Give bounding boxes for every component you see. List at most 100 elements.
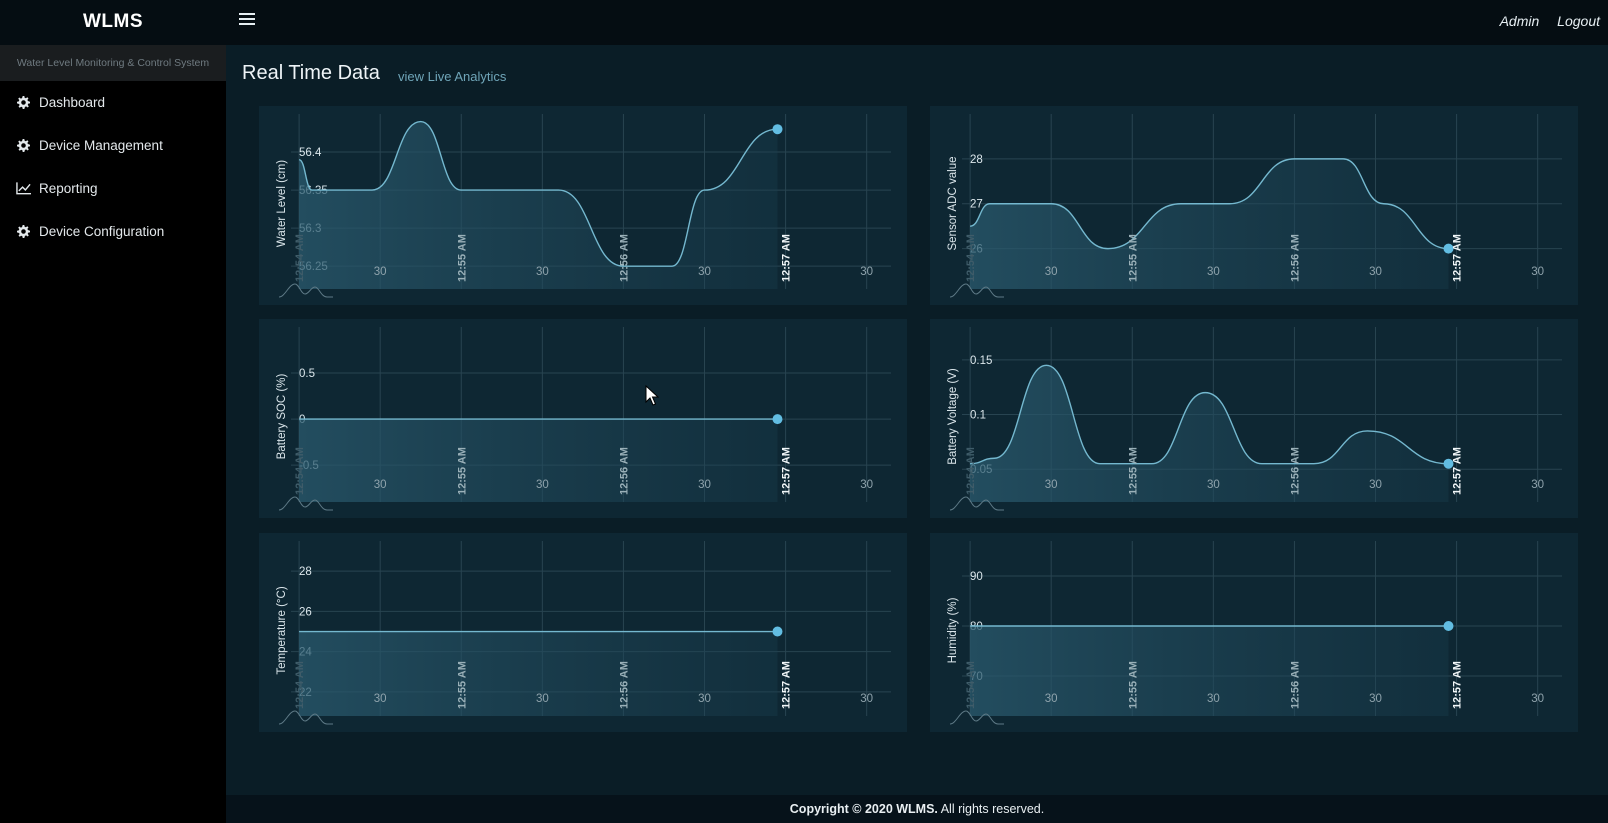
x-tick-label: 30 — [536, 266, 549, 278]
y-axis-label: Humidity (%) — [947, 597, 959, 663]
x-tick-label: 30 — [1207, 266, 1220, 278]
x-tick-label: 12:55 AM — [1127, 234, 1139, 282]
sensor-adc-chart[interactable]: 262728Sensor ADC value12:54 AM3012:55 AM… — [930, 106, 1578, 305]
humidity-chart[interactable]: 708090Humidity (%)12:54 AM3012:55 AM3012… — [930, 533, 1578, 732]
x-tick-label: 30 — [1045, 479, 1058, 491]
latest-point[interactable] — [772, 626, 783, 637]
x-tick-label: 30 — [1045, 693, 1058, 705]
gear-icon — [16, 138, 31, 153]
chart-canvas[interactable]: 56.2556.356.3556.4Water Level (cm)12:54 … — [259, 106, 907, 305]
x-tick-label: 30 — [374, 693, 387, 705]
sidebar-item-label: Device Management — [39, 138, 163, 153]
x-tick-label: 30 — [1045, 266, 1058, 278]
sidebar-item-label: Dashboard — [39, 95, 106, 110]
chart-canvas[interactable]: 22242628Temperature (°C)12:54 AM3012:55 … — [259, 533, 907, 732]
y-tick-label: 0.5 — [299, 368, 315, 380]
y-tick-label: 56.4 — [299, 147, 322, 159]
x-tick-label: 30 — [698, 479, 711, 491]
x-tick-label: 30 — [1531, 479, 1544, 491]
battery-soc-chart[interactable]: -0.500.5Battery SOC (%)12:54 AM3012:55 A… — [259, 319, 907, 518]
rights-text: All rights reserved. — [940, 802, 1045, 816]
x-tick-label: 12:55 AM — [1127, 661, 1139, 709]
app-subtitle: Water Level Monitoring & Control System — [0, 45, 226, 81]
view-live-analytics-link[interactable]: view Live Analytics — [398, 69, 506, 84]
x-tick-label: 12:54 AM — [294, 661, 306, 709]
x-tick-label: 12:57 AM — [1452, 661, 1464, 709]
x-tick-label: 30 — [1369, 479, 1382, 491]
latest-point[interactable] — [772, 414, 783, 425]
series-area — [299, 121, 778, 289]
sidebar-item-reporting[interactable]: Reporting — [0, 167, 226, 210]
gear-icon — [16, 224, 31, 239]
gear-icon — [16, 95, 31, 110]
sidebar-item-dashboard[interactable]: Dashboard — [0, 81, 226, 124]
sidebar-item-label: Reporting — [39, 181, 98, 196]
x-tick-label: 30 — [698, 693, 711, 705]
sidebar-item-device-configuration[interactable]: Device Configuration — [0, 210, 226, 253]
copyright-text: Copyright © 2020 WLMS. — [789, 802, 938, 816]
brand-logo[interactable]: WLMS — [0, 0, 226, 45]
y-tick-label: 27 — [970, 199, 983, 211]
page-title: Real Time Data — [242, 62, 380, 84]
y-axis-label: Battery SOC (%) — [276, 374, 288, 460]
y-tick-label: 26 — [299, 606, 312, 618]
sidebar-item-label: Device Configuration — [39, 224, 165, 239]
x-tick-label: 12:57 AM — [781, 447, 793, 495]
x-tick-label: 30 — [1207, 479, 1220, 491]
sidebar: Water Level Monitoring & Control System … — [0, 45, 226, 823]
x-tick-label: 30 — [1531, 266, 1544, 278]
x-tick-label: 12:56 AM — [618, 661, 630, 709]
x-tick-label: 12:56 AM — [1289, 447, 1301, 495]
y-tick-label: 90 — [970, 571, 983, 583]
x-tick-label: 12:56 AM — [618, 447, 630, 495]
latest-point[interactable] — [772, 124, 783, 135]
x-tick-label: 30 — [860, 479, 873, 491]
x-tick-label: 12:56 AM — [618, 234, 630, 282]
x-tick-label: 12:56 AM — [1289, 234, 1301, 282]
y-axis-label: Sensor ADC value — [947, 157, 959, 251]
water-level-chart[interactable]: 56.2556.356.3556.4Water Level (cm)12:54 … — [259, 106, 907, 305]
x-tick-label: 30 — [1369, 693, 1382, 705]
latest-point[interactable] — [1443, 621, 1454, 631]
footer: Copyright © 2020 WLMS. All rights reserv… — [226, 795, 1608, 823]
x-tick-label: 30 — [536, 693, 549, 705]
x-tick-label: 12:54 AM — [965, 661, 977, 709]
y-tick-label: 28 — [299, 566, 312, 578]
x-tick-label: 30 — [1207, 693, 1220, 705]
x-tick-label: 30 — [860, 693, 873, 705]
chart-canvas[interactable]: 0.050.10.15Battery Voltage (V)12:54 AM30… — [930, 319, 1578, 518]
x-tick-label: 12:54 AM — [294, 234, 306, 282]
x-tick-label: 30 — [1369, 266, 1382, 278]
x-tick-label: 30 — [1531, 693, 1544, 705]
user-links: Admin Logout — [1486, 13, 1600, 29]
x-tick-label: 30 — [374, 266, 387, 278]
admin-link[interactable]: Admin — [1500, 13, 1540, 29]
x-tick-label: 12:55 AM — [456, 234, 468, 282]
y-tick-label: 28 — [970, 154, 983, 166]
chart-canvas[interactable]: 708090Humidity (%)12:54 AM3012:55 AM3012… — [930, 533, 1578, 732]
x-tick-label: 12:55 AM — [1127, 447, 1139, 495]
chart-canvas[interactable]: 262728Sensor ADC value12:54 AM3012:55 AM… — [930, 106, 1578, 305]
x-tick-label: 12:54 AM — [965, 234, 977, 282]
battery-voltage-chart[interactable]: 0.050.10.15Battery Voltage (V)12:54 AM30… — [930, 319, 1578, 518]
hamburger-menu-icon[interactable] — [239, 13, 255, 29]
chart-canvas[interactable]: -0.500.5Battery SOC (%)12:54 AM3012:55 A… — [259, 319, 907, 518]
y-tick-label: 0.1 — [970, 410, 986, 422]
x-tick-label: 12:55 AM — [456, 447, 468, 495]
x-tick-label: 30 — [698, 266, 711, 278]
x-tick-label: 12:54 AM — [965, 447, 977, 495]
x-tick-label: 12:54 AM — [294, 447, 306, 495]
top-bar: WLMS Admin Logout — [0, 0, 1608, 45]
mouse-cursor-icon — [645, 385, 659, 406]
logout-link[interactable]: Logout — [1557, 13, 1600, 29]
x-tick-label: 12:57 AM — [1452, 234, 1464, 282]
x-tick-label: 30 — [536, 479, 549, 491]
x-tick-label: 30 — [374, 479, 387, 491]
y-axis-label: Battery Voltage (V) — [947, 368, 959, 465]
y-axis-label: Temperature (°C) — [276, 586, 288, 674]
temperature-chart[interactable]: 22242628Temperature (°C)12:54 AM3012:55 … — [259, 533, 907, 732]
line-chart-icon — [16, 181, 31, 196]
sidebar-item-device-management[interactable]: Device Management — [0, 124, 226, 167]
main-content: Real Time Data view Live Analytics 56.25… — [226, 45, 1608, 795]
x-tick-label: 12:57 AM — [781, 234, 793, 282]
